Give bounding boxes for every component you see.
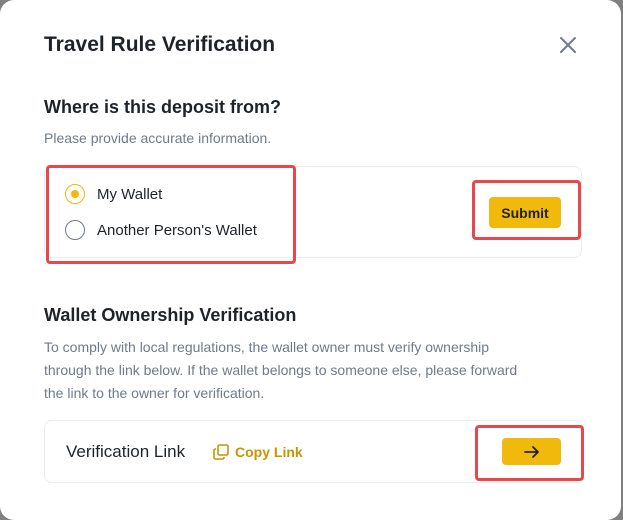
copy-icon (212, 443, 230, 461)
radio-label-another-wallet: Another Person's Wallet (97, 221, 257, 239)
travel-rule-modal: Travel Rule Verification Where is this d… (0, 0, 621, 520)
ownership-description-line-2: through the link below. If the wallet be… (44, 362, 518, 378)
open-link-button[interactable] (502, 438, 561, 465)
ownership-heading: Wallet Ownership Verification (44, 305, 297, 325)
ownership-description-line-3: the link to the owner for verification. (44, 385, 265, 401)
copy-link-button[interactable]: Copy Link (212, 443, 303, 461)
submit-button[interactable]: Submit (489, 197, 561, 228)
modal-title: Travel Rule Verification (44, 33, 276, 56)
ownership-description-line-1: To comply with local regulations, the wa… (44, 339, 490, 355)
close-icon[interactable] (556, 33, 580, 57)
verification-link-label: Verification Link (66, 442, 186, 461)
deposit-source-subtext: Please provide accurate information. (44, 130, 272, 146)
deposit-source-heading: Where is this deposit from? (44, 97, 282, 117)
radio-label-my-wallet: My Wallet (97, 185, 163, 203)
radio-button-unchecked[interactable] (65, 220, 85, 240)
radio-button-checked[interactable] (65, 184, 85, 204)
arrow-right-icon (523, 445, 541, 459)
copy-link-label: Copy Link (235, 444, 303, 460)
radio-another-wallet[interactable]: Another Person's Wallet (65, 220, 257, 240)
radio-my-wallet[interactable]: My Wallet (65, 184, 162, 204)
